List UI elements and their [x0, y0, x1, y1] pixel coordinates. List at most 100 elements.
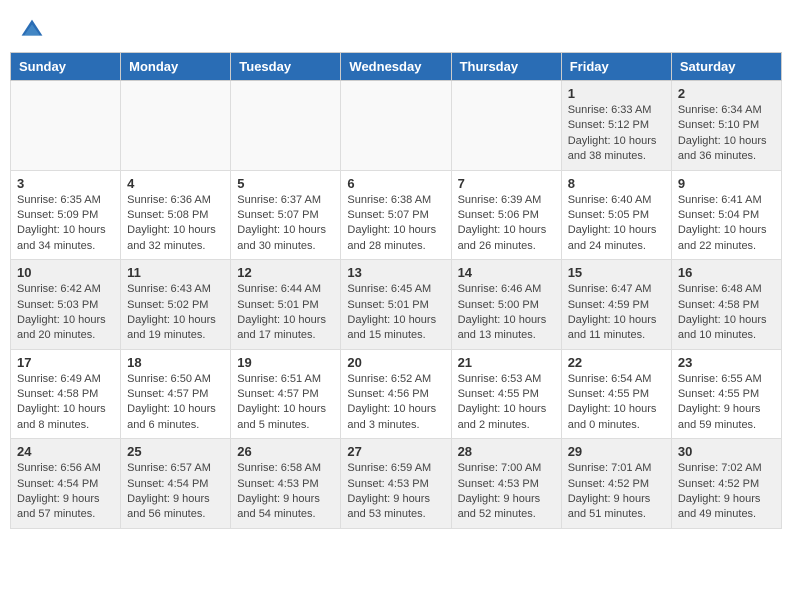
day-info: Sunrise: 6:48 AM Sunset: 4:58 PM Dayligh… [678, 282, 775, 344]
day-info: Sunrise: 6:53 AM Sunset: 4:55 PM Dayligh… [458, 372, 555, 434]
calendar-day-cell: 30 Sunrise: 7:02 AM Sunset: 4:52 PM Dayli… [671, 439, 781, 529]
day-number: 19 [237, 355, 334, 370]
calendar-day-cell: 21 Sunrise: 6:53 AM Sunset: 4:55 PM Dayli… [451, 349, 561, 439]
day-info: Sunrise: 6:41 AM Sunset: 5:04 PM Dayligh… [678, 193, 775, 255]
day-info: Sunrise: 6:49 AM Sunset: 4:58 PM Dayligh… [17, 372, 114, 434]
calendar-day-cell: 16 Sunrise: 6:48 AM Sunset: 4:58 PM Dayli… [671, 260, 781, 350]
day-info: Sunrise: 6:56 AM Sunset: 4:54 PM Dayligh… [17, 461, 114, 523]
day-number: 15 [568, 265, 665, 280]
calendar-week-row: 17 Sunrise: 6:49 AM Sunset: 4:58 PM Dayli… [11, 349, 782, 439]
calendar-day-cell: 24Sunrise: 6:56 AM Sunset: 4:54 PM Dayli… [11, 439, 121, 529]
calendar-weekday-header: Sunday [11, 53, 121, 81]
calendar-day-cell: 2Sunrise: 6:34 AM Sunset: 5:10 PM Daylig… [671, 81, 781, 171]
calendar-day-cell: 9 Sunrise: 6:41 AM Sunset: 5:04 PM Daylig… [671, 170, 781, 260]
day-number: 18 [127, 355, 224, 370]
day-number: 22 [568, 355, 665, 370]
day-info: Sunrise: 6:40 AM Sunset: 5:05 PM Dayligh… [568, 193, 665, 255]
day-number: 30 [678, 444, 775, 459]
day-number: 27 [347, 444, 444, 459]
day-info: Sunrise: 6:38 AM Sunset: 5:07 PM Dayligh… [347, 193, 444, 255]
calendar-day-cell: 13 Sunrise: 6:45 AM Sunset: 5:01 PM Dayli… [341, 260, 451, 350]
day-info: Sunrise: 6:50 AM Sunset: 4:57 PM Dayligh… [127, 372, 224, 434]
day-info: Sunrise: 7:00 AM Sunset: 4:53 PM Dayligh… [458, 461, 555, 523]
calendar-day-cell: 29 Sunrise: 7:01 AM Sunset: 4:52 PM Dayli… [561, 439, 671, 529]
calendar-day-cell: 14Sunrise: 6:46 AM Sunset: 5:00 PM Dayli… [451, 260, 561, 350]
day-number: 8 [568, 176, 665, 191]
calendar-day-cell [11, 81, 121, 171]
day-number: 25 [127, 444, 224, 459]
calendar-day-cell [451, 81, 561, 171]
calendar-week-row: 10 Sunrise: 6:42 AM Sunset: 5:03 PM Dayli… [11, 260, 782, 350]
calendar-weekday-header: Tuesday [231, 53, 341, 81]
calendar-day-cell: 19 Sunrise: 6:51 AM Sunset: 4:57 PM Dayli… [231, 349, 341, 439]
logo-icon [20, 18, 44, 42]
calendar-day-cell: 17 Sunrise: 6:49 AM Sunset: 4:58 PM Dayli… [11, 349, 121, 439]
day-number: 9 [678, 176, 775, 191]
calendar-day-cell: 10 Sunrise: 6:42 AM Sunset: 5:03 PM Dayli… [11, 260, 121, 350]
day-number: 6 [347, 176, 444, 191]
calendar-day-cell: 6 Sunrise: 6:38 AM Sunset: 5:07 PM Daylig… [341, 170, 451, 260]
day-number: 11 [127, 265, 224, 280]
calendar-weekday-header: Saturday [671, 53, 781, 81]
day-number: 10 [17, 265, 114, 280]
calendar-weekday-header: Wednesday [341, 53, 451, 81]
calendar-day-cell: 11Sunrise: 6:43 AM Sunset: 5:02 PM Dayli… [121, 260, 231, 350]
calendar-day-cell [121, 81, 231, 171]
day-number: 17 [17, 355, 114, 370]
day-number: 28 [458, 444, 555, 459]
day-info: Sunrise: 6:34 AM Sunset: 5:10 PM Dayligh… [678, 103, 775, 165]
day-info: Sunrise: 6:36 AM Sunset: 5:08 PM Dayligh… [127, 193, 224, 255]
day-info: Sunrise: 6:57 AM Sunset: 4:54 PM Dayligh… [127, 461, 224, 523]
calendar-body: 1 Sunrise: 6:33 AM Sunset: 5:12 PM Daylig… [11, 81, 782, 529]
day-number: 4 [127, 176, 224, 191]
logo [20, 18, 48, 42]
calendar-day-cell: 3 Sunrise: 6:35 AM Sunset: 5:09 PM Daylig… [11, 170, 121, 260]
day-number: 26 [237, 444, 334, 459]
day-info: Sunrise: 6:51 AM Sunset: 4:57 PM Dayligh… [237, 372, 334, 434]
day-number: 13 [347, 265, 444, 280]
calendar-day-cell: 20Sunrise: 6:52 AM Sunset: 4:56 PM Dayli… [341, 349, 451, 439]
day-info: Sunrise: 6:44 AM Sunset: 5:01 PM Dayligh… [237, 282, 334, 344]
day-info: Sunrise: 7:01 AM Sunset: 4:52 PM Dayligh… [568, 461, 665, 523]
day-number: 29 [568, 444, 665, 459]
calendar-day-cell: 4 Sunrise: 6:36 AM Sunset: 5:08 PM Daylig… [121, 170, 231, 260]
calendar-day-cell: 12 Sunrise: 6:44 AM Sunset: 5:01 PM Dayli… [231, 260, 341, 350]
calendar-week-row: 1 Sunrise: 6:33 AM Sunset: 5:12 PM Daylig… [11, 81, 782, 171]
day-info: Sunrise: 6:33 AM Sunset: 5:12 PM Dayligh… [568, 103, 665, 165]
day-number: 7 [458, 176, 555, 191]
day-info: Sunrise: 6:45 AM Sunset: 5:01 PM Dayligh… [347, 282, 444, 344]
calendar-week-row: 3 Sunrise: 6:35 AM Sunset: 5:09 PM Daylig… [11, 170, 782, 260]
calendar-weekday-header: Monday [121, 53, 231, 81]
calendar-weekday-header: Friday [561, 53, 671, 81]
calendar-day-cell [231, 81, 341, 171]
calendar-table: SundayMondayTuesdayWednesdayThursdayFrid… [10, 52, 782, 529]
calendar-header-row: SundayMondayTuesdayWednesdayThursdayFrid… [11, 53, 782, 81]
day-number: 16 [678, 265, 775, 280]
day-info: Sunrise: 6:39 AM Sunset: 5:06 PM Dayligh… [458, 193, 555, 255]
calendar-day-cell: 23 Sunrise: 6:55 AM Sunset: 4:55 PM Dayli… [671, 349, 781, 439]
calendar-day-cell: 1 Sunrise: 6:33 AM Sunset: 5:12 PM Daylig… [561, 81, 671, 171]
calendar-day-cell: 8 Sunrise: 6:40 AM Sunset: 5:05 PM Daylig… [561, 170, 671, 260]
calendar-day-cell: 27 Sunrise: 6:59 AM Sunset: 4:53 PM Dayli… [341, 439, 451, 529]
day-info: Sunrise: 6:54 AM Sunset: 4:55 PM Dayligh… [568, 372, 665, 434]
calendar-week-row: 24Sunrise: 6:56 AM Sunset: 4:54 PM Dayli… [11, 439, 782, 529]
day-info: Sunrise: 6:59 AM Sunset: 4:53 PM Dayligh… [347, 461, 444, 523]
day-info: Sunrise: 6:55 AM Sunset: 4:55 PM Dayligh… [678, 372, 775, 434]
day-number: 1 [568, 86, 665, 101]
day-number: 12 [237, 265, 334, 280]
day-number: 23 [678, 355, 775, 370]
day-number: 5 [237, 176, 334, 191]
day-number: 14 [458, 265, 555, 280]
day-info: Sunrise: 6:42 AM Sunset: 5:03 PM Dayligh… [17, 282, 114, 344]
calendar-day-cell: 7 Sunrise: 6:39 AM Sunset: 5:06 PM Daylig… [451, 170, 561, 260]
day-number: 21 [458, 355, 555, 370]
calendar-day-cell: 22 Sunrise: 6:54 AM Sunset: 4:55 PM Dayli… [561, 349, 671, 439]
day-number: 3 [17, 176, 114, 191]
calendar-day-cell: 5 Sunrise: 6:37 AM Sunset: 5:07 PM Daylig… [231, 170, 341, 260]
calendar-day-cell: 28 Sunrise: 7:00 AM Sunset: 4:53 PM Dayli… [451, 439, 561, 529]
day-info: Sunrise: 6:35 AM Sunset: 5:09 PM Dayligh… [17, 193, 114, 255]
day-info: Sunrise: 7:02 AM Sunset: 4:52 PM Dayligh… [678, 461, 775, 523]
calendar-day-cell [341, 81, 451, 171]
day-info: Sunrise: 6:37 AM Sunset: 5:07 PM Dayligh… [237, 193, 334, 255]
day-number: 20 [347, 355, 444, 370]
